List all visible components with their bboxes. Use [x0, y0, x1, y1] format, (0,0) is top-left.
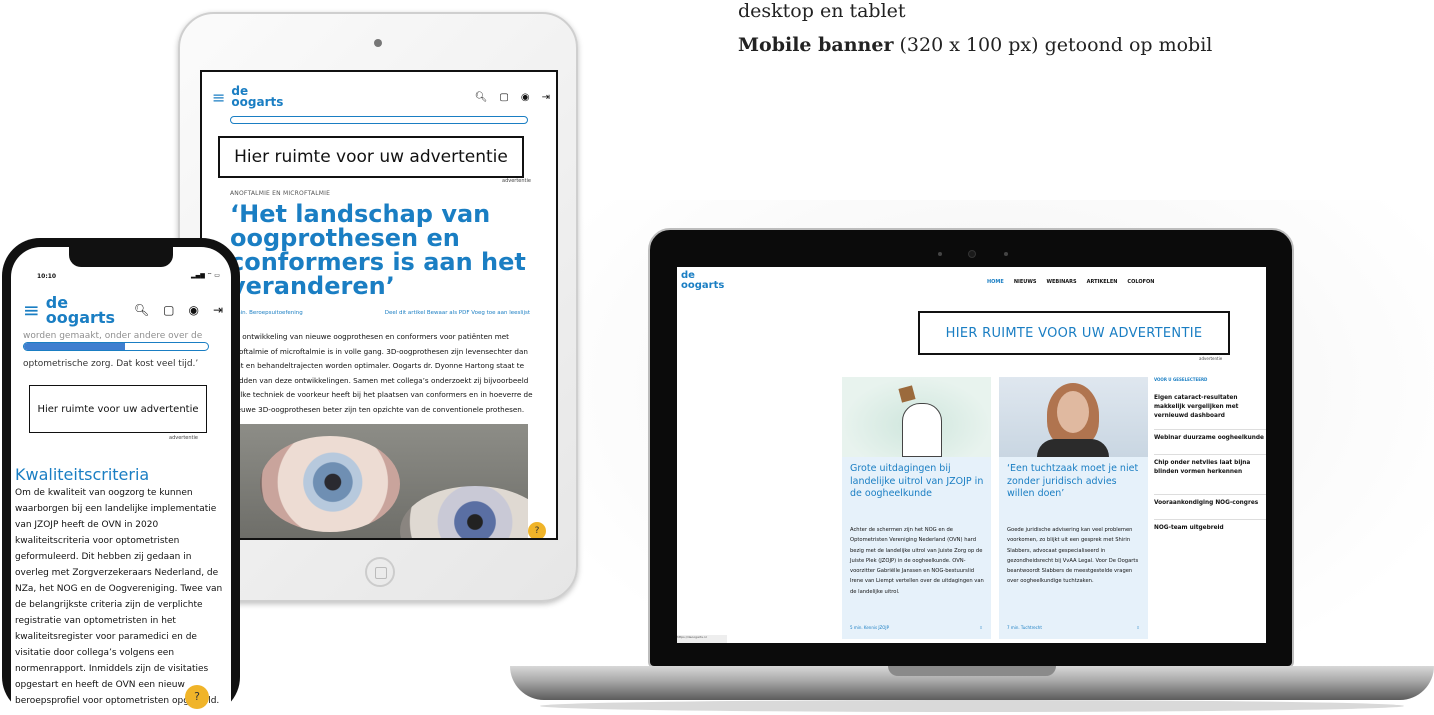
- help-icon[interactable]: ?: [185, 685, 209, 709]
- article-meta: 6 min. Beroepsuitoefening Deel dit artik…: [230, 310, 530, 316]
- tablet-header: ≡ de oogarts 🔍︎ ▢ ◉ ⇥: [212, 82, 550, 112]
- search-icon[interactable]: 🔍︎: [475, 92, 488, 103]
- card-meta: 5 min. Kennis JZOJP ⌑: [850, 625, 982, 630]
- card-portrait: [999, 377, 1148, 457]
- article-intro: De ontwikkeling van nieuwe oogprothesen …: [230, 332, 533, 414]
- card-meta: 7 min. Tuchtrecht ⌑: [1007, 625, 1139, 630]
- sidebar-selected: VOOR U GESELECTEERD Eigen cataract-resul…: [1154, 377, 1266, 544]
- site-logo[interactable]: de oogarts: [46, 294, 115, 325]
- sidebar-item[interactable]: Chip onder netvlies laat bijna blinden v…: [1154, 455, 1266, 495]
- ad-label: advertentie: [1199, 356, 1223, 361]
- nav-artikelen[interactable]: ARTIKELEN: [1087, 279, 1118, 285]
- sidebar-item[interactable]: Eigen cataract-resultaten makkelijk verg…: [1154, 390, 1266, 430]
- section-body: Om de kwaliteit van oogzorg te kunnen wa…: [15, 488, 223, 706]
- laptop-camera: [650, 250, 1292, 258]
- card-text: Achter de schermen zijn het NOG en de Op…: [850, 527, 984, 595]
- card-title[interactable]: Grote uitdagingen bij landelijke uitrol …: [850, 463, 990, 501]
- bookmark-icon[interactable]: ⌑: [980, 625, 982, 630]
- comment-icon[interactable]: ▢: [499, 92, 508, 103]
- menu-icon[interactable]: ≡: [23, 298, 40, 322]
- ad-label: advertentie: [502, 178, 531, 184]
- card-illustration: [842, 377, 991, 457]
- site-logo[interactable]: de oogarts: [231, 84, 283, 109]
- article-actions[interactable]: Deel dit artikel Bewaar als PDF Voeg toe…: [385, 310, 530, 316]
- bookmark-icon[interactable]: ⌑: [1137, 625, 1139, 630]
- sidebar-item[interactable]: Webinar duurzame oogheelkunde: [1154, 430, 1266, 455]
- laptop-lid: de oogarts HOME NIEUWS WEBINARS ARTIKELEN…: [648, 228, 1294, 668]
- site-logo[interactable]: de oogarts: [681, 271, 724, 290]
- main-nav: HOME NIEUWS WEBINARS ARTIKELEN COLOFON: [987, 279, 1154, 285]
- card-text: Goede juridische advisering kan veel pro…: [1007, 527, 1139, 585]
- status-time: 10:10: [37, 273, 57, 280]
- phone-notch: [69, 247, 173, 267]
- laptop-base: [510, 666, 1434, 700]
- help-icon[interactable]: ?: [528, 522, 546, 538]
- reading-progress: [230, 116, 528, 124]
- caption-line-1: desktop en tablet: [738, 0, 906, 22]
- phone-device: 10:10 ▂▄▆ ⌔ ▭ ≡ de oogarts 🔍︎ ▢ ◉ ⇥ worde…: [2, 238, 240, 715]
- reading-progress-fill: [24, 343, 126, 350]
- status-icons: ▂▄▆ ⌔ ▭: [191, 272, 220, 279]
- caption-bold: Mobile banner: [738, 34, 894, 56]
- nav-colofon[interactable]: COLOFON: [1127, 279, 1154, 285]
- laptop-shadow: [540, 700, 1404, 712]
- ad-banner[interactable]: Hier ruimte voor uw advertentie: [29, 385, 207, 433]
- card-title[interactable]: ‘Een tuchtzaak moet je niet zonder jurid…: [1007, 463, 1147, 501]
- prosthesis-eye-2: [400, 486, 528, 538]
- comment-icon[interactable]: ▢: [163, 303, 174, 317]
- nav-home[interactable]: HOME: [987, 279, 1004, 285]
- tablet-camera: [374, 39, 382, 47]
- caption-rest: (320 x 100 px) getoond op mobil: [893, 34, 1213, 56]
- phone-screen: 10:10 ▂▄▆ ⌔ ▭ ≡ de oogarts 🔍︎ ▢ ◉ ⇥ worde…: [11, 247, 231, 715]
- sidebar-item[interactable]: Vooraankondiging NOG-congres: [1154, 495, 1266, 520]
- account-icon[interactable]: ◉: [521, 92, 530, 103]
- search-icon[interactable]: 🔍︎: [134, 303, 149, 317]
- nav-webinars[interactable]: WEBINARS: [1046, 279, 1076, 285]
- article-title: ‘Het landschap van oogprothesen en confo…: [230, 200, 526, 300]
- ad-banner[interactable]: Hier ruimte voor uw advertentie: [218, 136, 524, 178]
- article-card[interactable]: Grote uitdagingen bij landelijke uitrol …: [842, 377, 991, 639]
- laptop-screen: de oogarts HOME NIEUWS WEBINARS ARTIKELEN…: [677, 267, 1266, 643]
- nav-nieuws[interactable]: NIEUWS: [1014, 279, 1037, 285]
- phone-header: ≡ de oogarts 🔍︎ ▢ ◉ ⇥: [23, 294, 223, 325]
- tablet-screen: ≡ de oogarts 🔍︎ ▢ ◉ ⇥ Hier ruimte voor uw…: [200, 70, 558, 540]
- caption-line-2: Mobile banner (320 x 100 px) getoond op …: [738, 28, 1212, 62]
- section-heading: Kwaliteitscriteria: [15, 465, 150, 484]
- reading-progress: [23, 342, 209, 351]
- logout-icon[interactable]: ⇥: [213, 303, 223, 317]
- prosthesis-eye-1: [260, 436, 400, 532]
- article-category[interactable]: ANOFTALMIE EN MICROFTALMIE: [230, 190, 330, 197]
- tablet-home-button: [365, 557, 395, 587]
- ad-label: advertentie: [169, 435, 198, 441]
- article-meta-left[interactable]: 6 min. Beroepsuitoefening: [230, 310, 303, 316]
- header-icons: 🔍︎ ▢ ◉ ⇥: [120, 303, 223, 317]
- menu-icon[interactable]: ≡: [212, 88, 225, 107]
- article-image: [230, 424, 528, 538]
- account-icon[interactable]: ◉: [188, 303, 198, 317]
- header-icons: 🔍︎ ▢ ◉ ⇥: [463, 92, 550, 103]
- article-card[interactable]: ‘Een tuchtzaak moet je niet zonder jurid…: [999, 377, 1148, 639]
- logout-icon[interactable]: ⇥: [542, 92, 550, 103]
- sidebar-heading: VOOR U GESELECTEERD: [1154, 377, 1208, 382]
- status-url: https://deoogarts.nl: [677, 635, 727, 643]
- ad-banner[interactable]: HIER RUIMTE VOOR UW ADVERTENTIE: [918, 311, 1230, 355]
- sidebar-item[interactable]: NOG-team uitgebreid: [1154, 520, 1266, 544]
